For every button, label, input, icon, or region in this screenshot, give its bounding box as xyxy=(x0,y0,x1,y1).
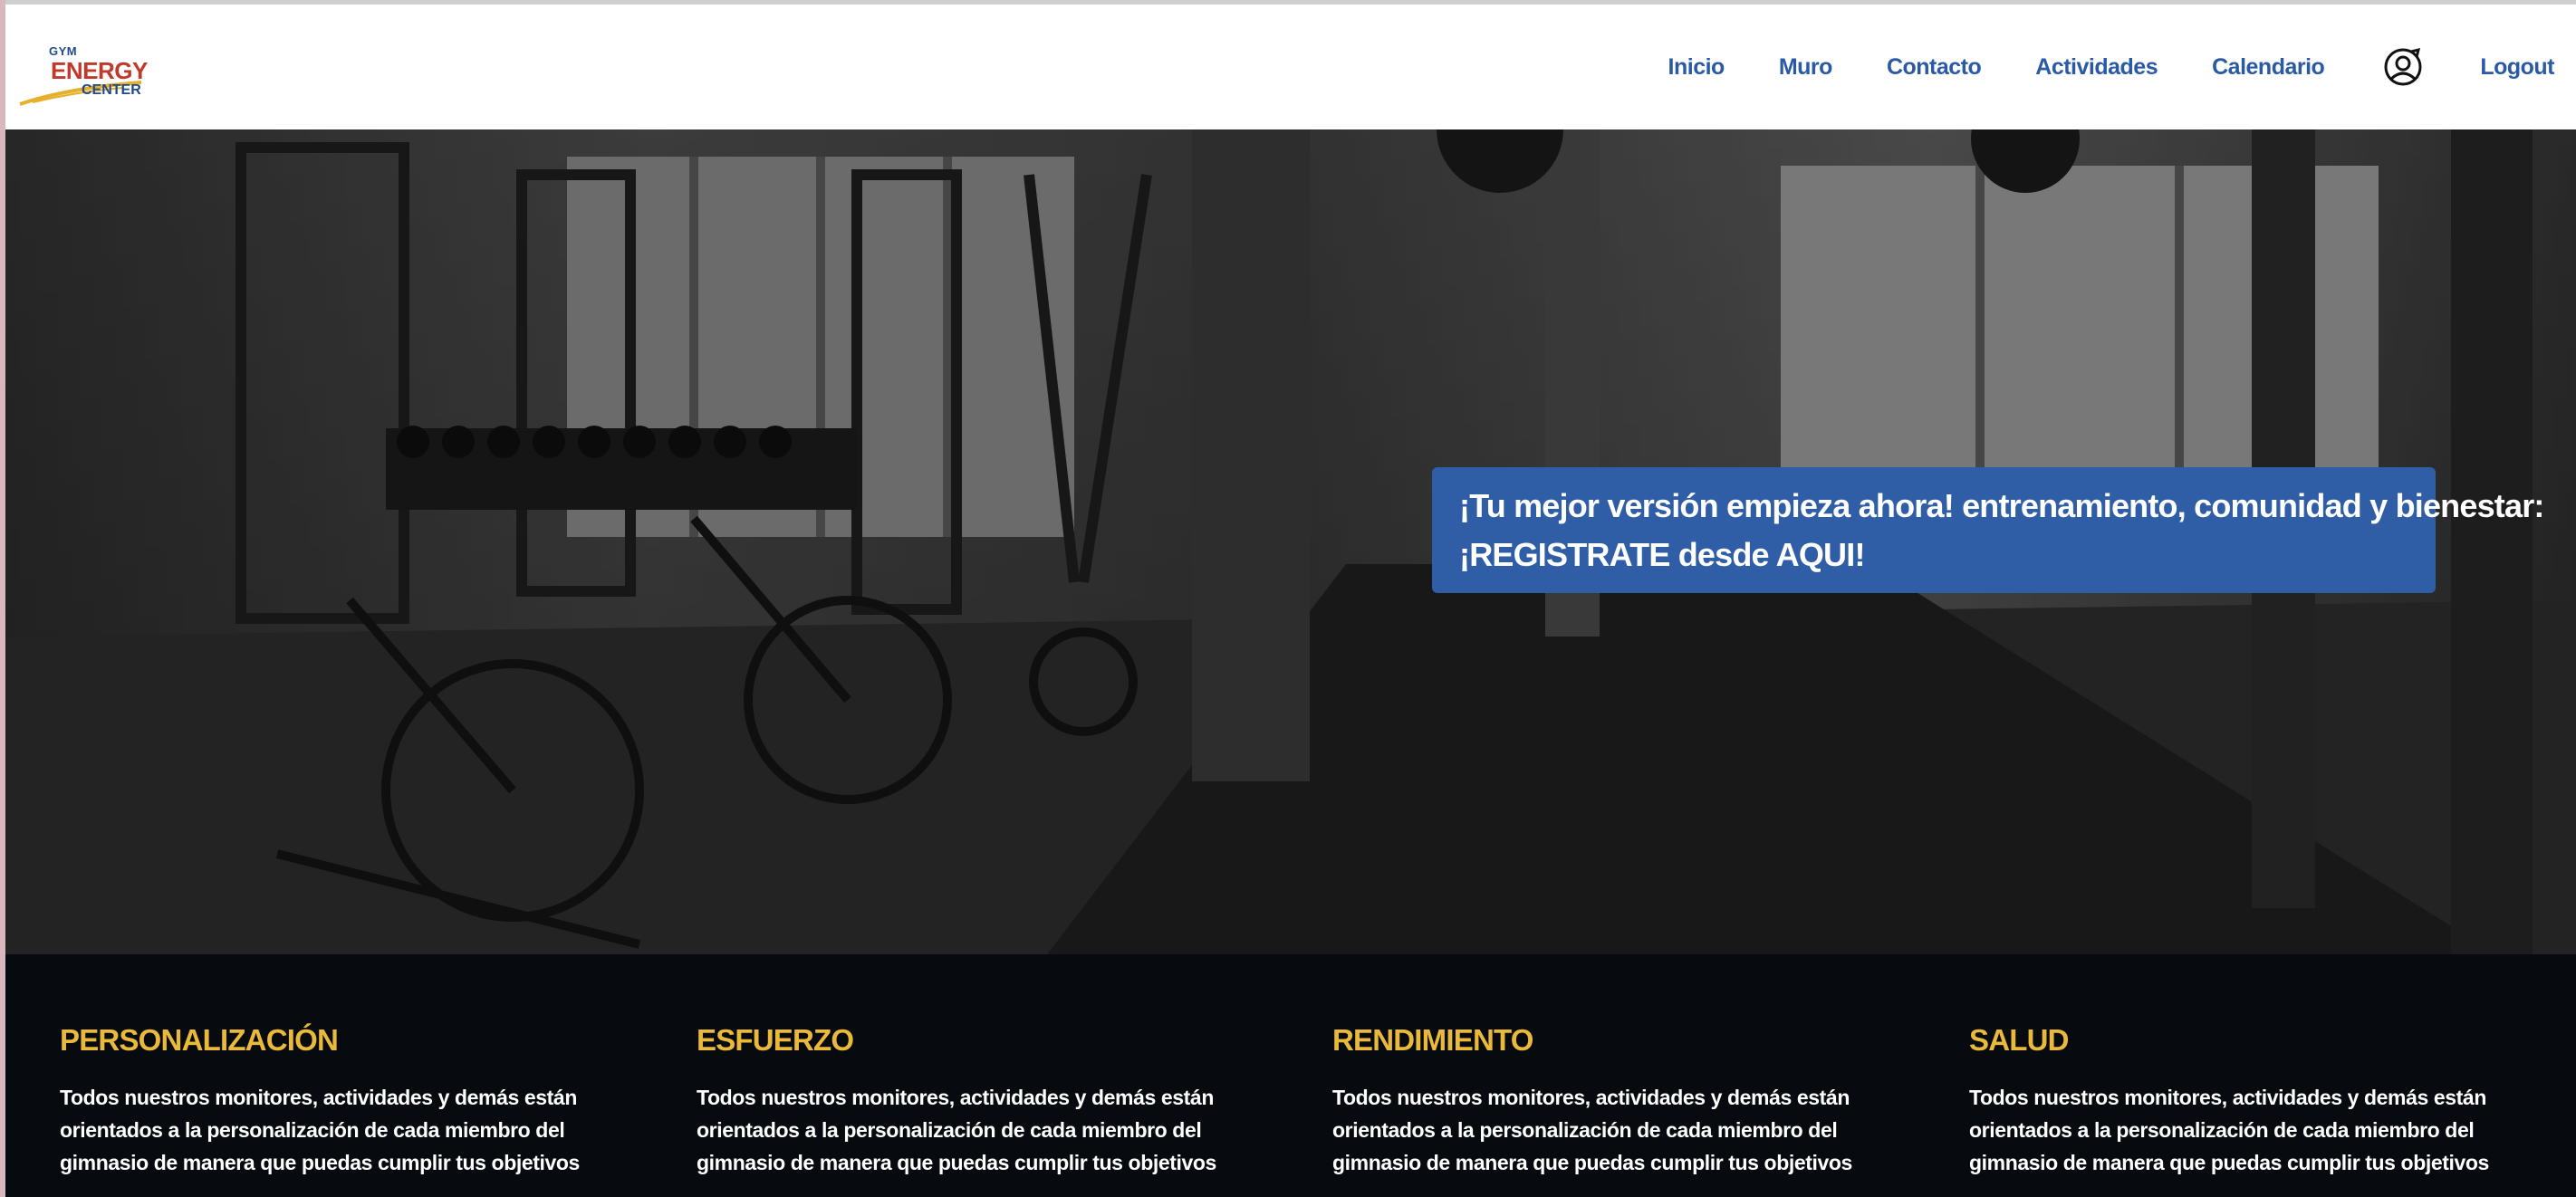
feature-text: Todos nuestros monitores, actividades y … xyxy=(1332,1086,1852,1174)
register-cta-banner[interactable]: ¡Tu mejor versión empieza ahora! entrena… xyxy=(1432,467,2544,593)
nav-contacto[interactable]: Contacto xyxy=(1887,54,1982,81)
nav-muro[interactable]: Muro xyxy=(1779,54,1833,81)
cta-line-2[interactable]: ¡REGISTRATE desde AQUI! xyxy=(1459,531,2408,579)
gym-energy-center-logo[interactable]: GYM ENERGY CENTER xyxy=(14,32,150,113)
nav-actividades[interactable]: Actividades xyxy=(2035,54,2158,81)
user-circle-icon[interactable] xyxy=(2382,46,2424,88)
cta-line-1: ¡Tu mejor versión empieza ahora! entrena… xyxy=(1459,487,2544,524)
feature-title: RENDIMIENTO xyxy=(1332,1023,1533,1057)
feature-text: Todos nuestros monitores, actividades y … xyxy=(60,1086,580,1174)
features-section: PERSONALIZACIÓN Todos nuestros monitores… xyxy=(5,954,2576,1197)
hero-banner: ¡Tu mejor versión empieza ahora! entrena… xyxy=(5,129,2576,954)
feature-esfuerzo: ESFUERZO Todos nuestros monitores, activ… xyxy=(697,1023,1276,1179)
main-nav: Inicio Muro Contacto Actividades Calenda… xyxy=(1668,5,2576,129)
logout-link[interactable]: Logout xyxy=(2480,54,2554,81)
nav-calendario[interactable]: Calendario xyxy=(2212,54,2325,81)
feature-text: Todos nuestros monitores, actividades y … xyxy=(1969,1086,2489,1174)
feature-title: PERSONALIZACIÓN xyxy=(60,1023,339,1057)
feature-rendimiento: RENDIMIENTO Todos nuestros monitores, ac… xyxy=(1332,1023,1912,1179)
logo-energy-text: ENERGY xyxy=(51,57,148,84)
feature-personalizacion: PERSONALIZACIÓN Todos nuestros monitores… xyxy=(60,1023,639,1179)
logo-gym-text: GYM xyxy=(49,44,78,58)
feature-title: ESFUERZO xyxy=(697,1023,854,1057)
feature-salud: SALUD Todos nuestros monitores, activida… xyxy=(1969,1023,2549,1179)
nav-inicio[interactable]: Inicio xyxy=(1668,54,1725,81)
feature-text: Todos nuestros monitores, actividades y … xyxy=(697,1086,1216,1174)
site-header: GYM ENERGY CENTER Inicio Muro Contacto A… xyxy=(5,5,2576,129)
feature-title: SALUD xyxy=(1969,1023,2069,1057)
logo-center-text: CENTER xyxy=(82,82,141,98)
